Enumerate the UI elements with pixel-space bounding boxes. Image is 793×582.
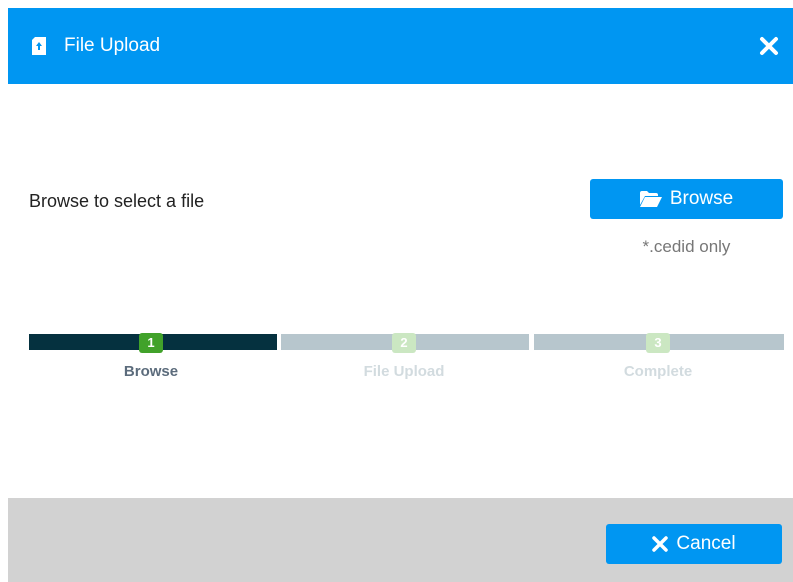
file-upload-dialog: File Upload Browse to select a file Brow… [8,8,793,582]
upload-stepper: 1 2 3 Browse File Upload Complete [29,333,784,393]
step-1-label: Browse [123,363,179,380]
browse-button[interactable]: Browse [590,179,783,219]
cancel-button-label: Cancel [676,533,736,554]
folder-open-icon [639,191,662,207]
close-icon [652,536,669,552]
dialog-header: File Upload [8,8,793,84]
browse-prompt: Browse to select a file [29,191,205,211]
file-type-hint: *.cedid only [642,237,731,256]
browse-button-label: Browse [669,188,734,209]
dialog-footer: Cancel [8,498,793,582]
step-2-number: 2 [392,333,416,353]
step-3-label: Complete [623,363,693,380]
step-1-number: 1 [139,333,163,353]
cancel-button[interactable]: Cancel [606,524,782,564]
dialog-title: File Upload [64,35,161,56]
step-3-number: 3 [646,333,670,353]
close-icon[interactable] [757,34,781,58]
step-2-label: File Upload [363,363,445,380]
file-upload-icon [32,37,46,55]
